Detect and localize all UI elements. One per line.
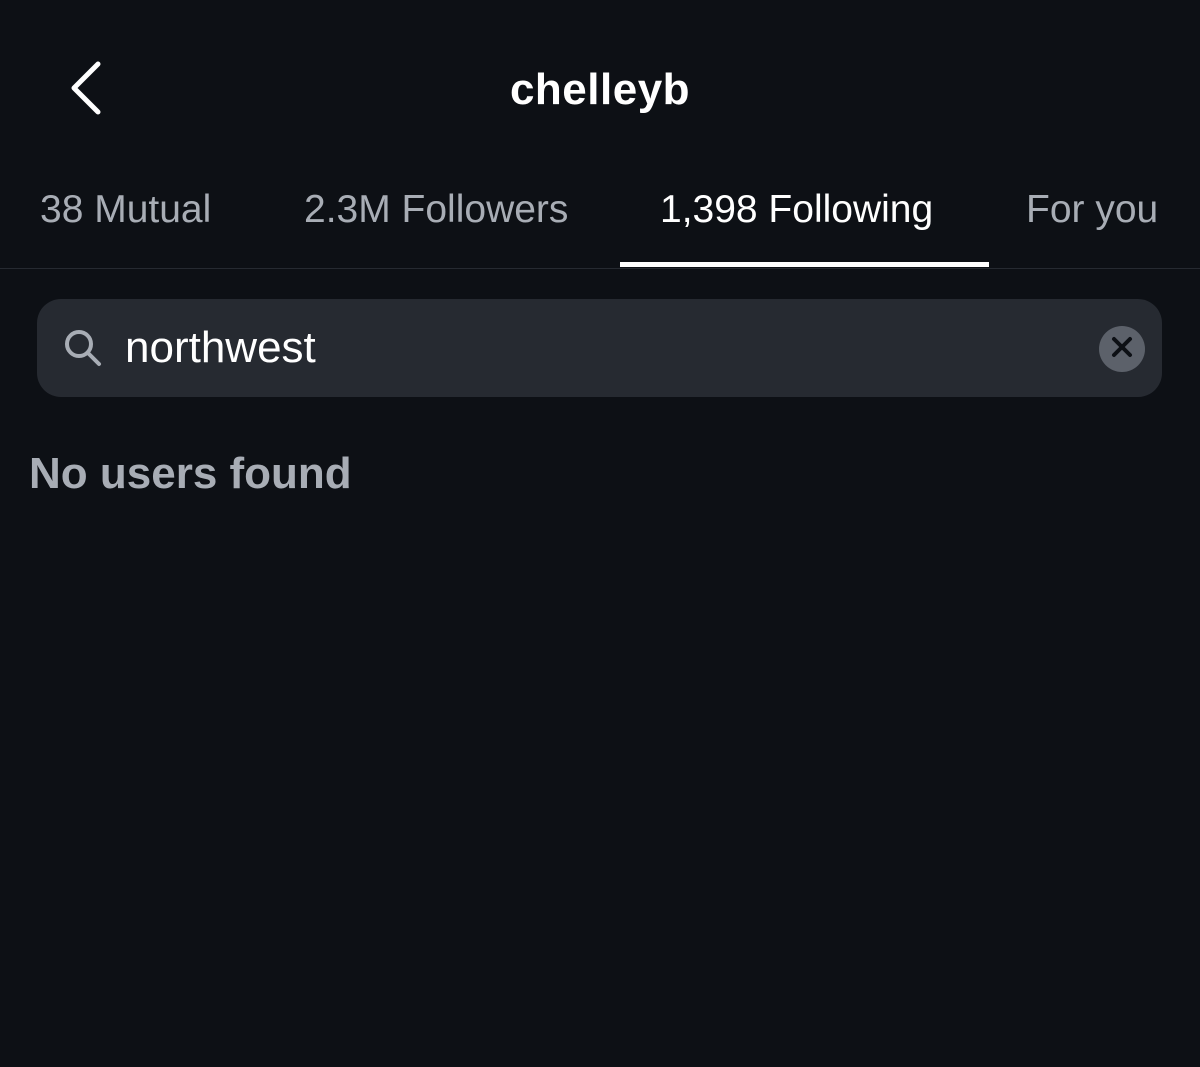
header: chelleyb: [0, 0, 1200, 170]
following-screen: chelleyb 38 Mutual 2.3M Followers 1,398 …: [0, 0, 1200, 1067]
tab-for-you[interactable]: For you: [1026, 186, 1158, 234]
search-bar[interactable]: [37, 299, 1162, 397]
close-icon: [1111, 336, 1133, 363]
tab-followers[interactable]: 2.3M Followers: [304, 186, 568, 234]
tab-mutual[interactable]: 38 Mutual: [40, 186, 211, 234]
clear-search-button[interactable]: [1099, 326, 1145, 372]
active-tab-indicator: [620, 262, 989, 267]
empty-results-message: No users found: [29, 449, 352, 498]
tab-following[interactable]: 1,398 Following: [660, 186, 933, 234]
search-icon: [63, 328, 103, 368]
tab-divider: [0, 268, 1200, 269]
tab-bar: 38 Mutual 2.3M Followers 1,398 Following…: [0, 170, 1200, 268]
page-title: chelleyb: [509, 65, 691, 114]
search-input[interactable]: [125, 317, 1065, 379]
